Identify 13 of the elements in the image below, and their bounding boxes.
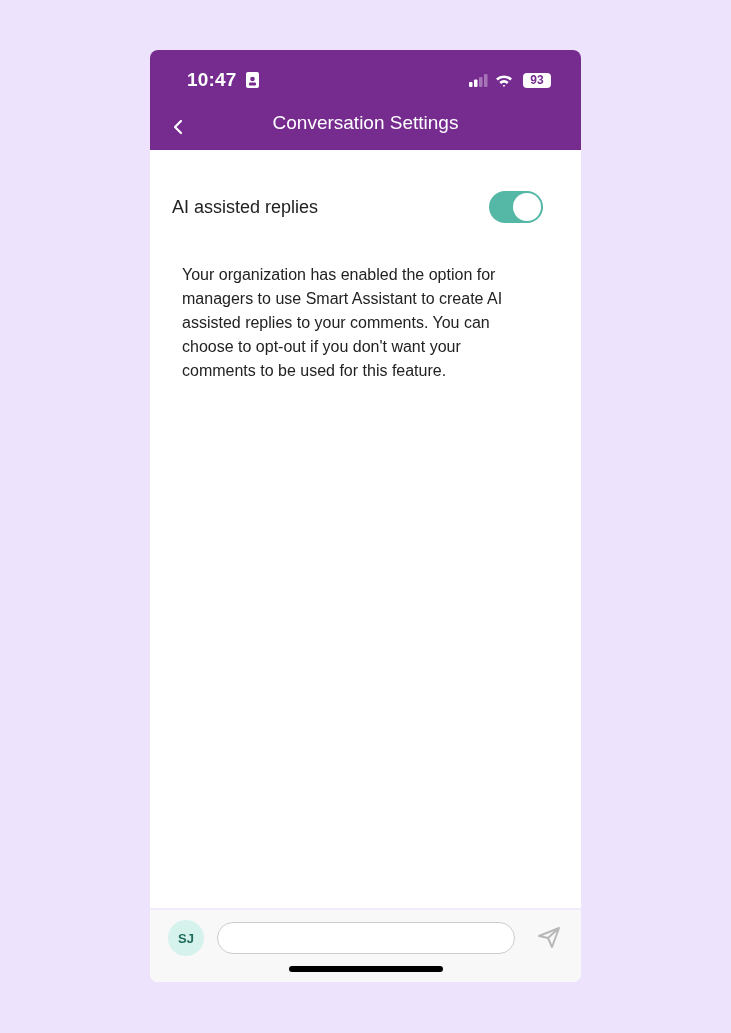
status-time: 10:47 bbox=[187, 69, 237, 91]
setting-label: AI assisted replies bbox=[172, 196, 319, 218]
setting-description: Your organization has enabled the option for managers to use Smart Assistant to create AI assisted replies to your comments. You can choose to opt-out if you don't want your comments to be used for this feature. bbox=[182, 265, 504, 381]
back-icon[interactable] bbox=[173, 119, 183, 135]
signal-icon bbox=[469, 73, 489, 87]
avatar: SJ bbox=[168, 920, 204, 956]
screen-title: Conversation Settings bbox=[272, 112, 459, 134]
contact-card-icon bbox=[245, 72, 259, 88]
battery-icon: 93 bbox=[523, 72, 551, 88]
comment-input-field[interactable] bbox=[217, 922, 515, 954]
send-icon[interactable] bbox=[537, 927, 561, 949]
toggle-switch[interactable] bbox=[489, 191, 543, 223]
wifi-icon bbox=[495, 73, 513, 87]
